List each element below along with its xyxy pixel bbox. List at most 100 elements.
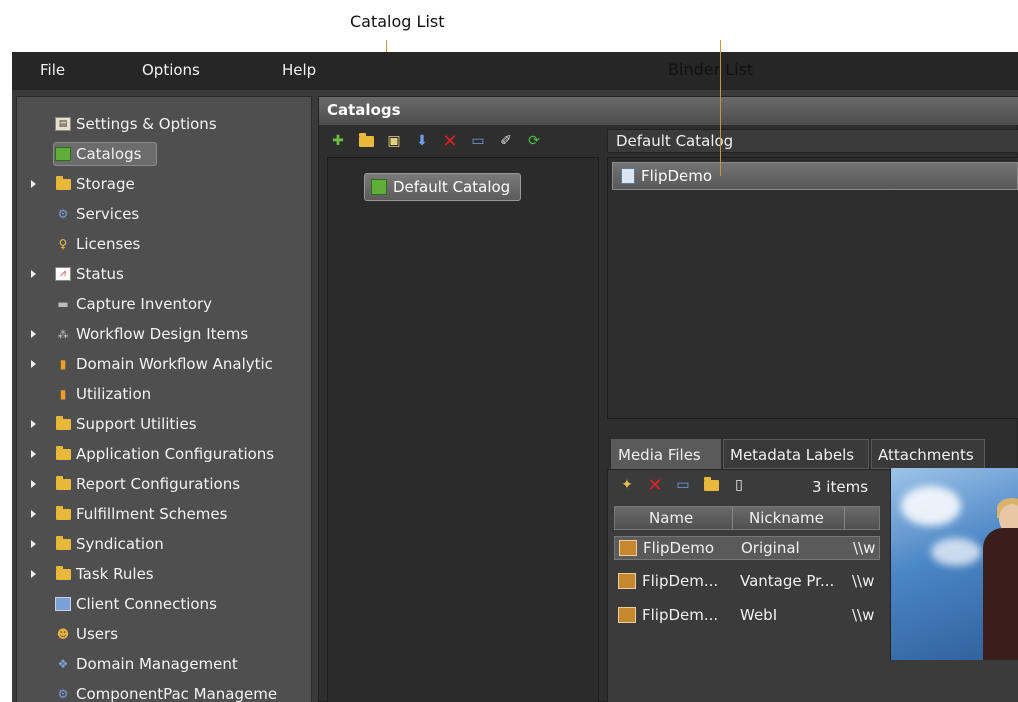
expand-arrow-icon[interactable] (31, 180, 36, 188)
media-toolbar: ✦ ✕ ▭ ▯ (616, 474, 750, 496)
cell-nickname: Original (741, 539, 800, 557)
menu-bar: File Options Help (12, 52, 1018, 90)
delete-icon[interactable]: ✕ (439, 131, 461, 152)
sidebar-item-licenses[interactable]: ♀ Licenses (17, 229, 311, 259)
expand-arrow-icon[interactable] (31, 540, 36, 548)
catalog-icon (371, 179, 387, 195)
utilization-icon: ▮ (59, 387, 67, 401)
folder-icon (55, 175, 71, 191)
sidebar-item-report-configurations[interactable]: Report Configurations (17, 469, 311, 499)
catalog-list: Default Catalog (327, 157, 599, 702)
sidebar-item-label: Users (76, 625, 119, 643)
refresh-icon[interactable]: ⟳ (523, 131, 545, 151)
binder-item[interactable]: FlipDemo (612, 162, 1018, 190)
tab-attachments[interactable]: Attachments (871, 439, 985, 469)
expand-arrow-icon[interactable] (31, 420, 36, 428)
expand-arrow-icon[interactable] (31, 480, 36, 488)
binder-area: Default Catalog FlipDemo Media Files Met… (607, 125, 1018, 702)
expand-arrow-icon[interactable] (31, 510, 36, 518)
sidebar-item-catalogs[interactable]: Catalogs (17, 139, 311, 169)
expand-arrow-icon[interactable] (31, 450, 36, 458)
table-row[interactable]: FlipDemo Original \\w (614, 536, 880, 560)
menu-file[interactable]: File (40, 61, 65, 79)
menu-help[interactable]: Help (282, 61, 316, 79)
sidebar-item-support-utilities[interactable]: Support Utilities (17, 409, 311, 439)
tab-media-files[interactable]: Media Files (611, 439, 721, 469)
catalogs-panel: Catalogs ✚ ▣ ⬇ ✕ ▭ ✐ ⟳ Default Catalog D… (318, 96, 1018, 702)
cell-nickname: Vantage Pr... (740, 572, 835, 590)
column-header-name[interactable]: Name (615, 507, 733, 529)
sidebar-item-workflow-design-items[interactable]: ⁂ Workflow Design Items (17, 319, 311, 349)
app-window: File Options Help ▤ Settings & Options C… (12, 52, 1018, 702)
binder-list-title: Default Catalog (607, 129, 1018, 153)
sidebar-item-utilization[interactable]: ▮ Utilization (17, 379, 311, 409)
expand-arrow-icon[interactable] (31, 330, 36, 338)
sidebar-item-label: Status (76, 265, 124, 283)
binder-icon (621, 168, 635, 184)
sidebar-item-capture-inventory[interactable]: ▬ Capture Inventory (17, 289, 311, 319)
sidebar-item-application-configurations[interactable]: Application Configurations (17, 439, 311, 469)
key-icon: ♀ (58, 237, 68, 251)
sidebar-item-domain-workflow-analytic[interactable]: ▮ Domain Workflow Analytic (17, 349, 311, 379)
sidebar-item-label: Task Rules (76, 565, 154, 583)
folder-icon (55, 505, 71, 521)
sidebar-item-label: Client Connections (76, 595, 217, 613)
analytics-icon: ▮ (59, 357, 67, 371)
binder-list-callout: Binder List (668, 60, 754, 79)
add-media-icon[interactable]: ✦ (616, 475, 638, 495)
componentpac-icon: ⚙ (57, 687, 69, 701)
expand-arrow-icon[interactable] (31, 360, 36, 368)
tab-metadata-labels[interactable]: Metadata Labels (723, 439, 869, 469)
sidebar-item-task-rules[interactable]: Task Rules (17, 559, 311, 589)
binder-tabs: Media Files Metadata Labels Attachments (607, 439, 1018, 469)
menu-options[interactable]: Options (142, 61, 200, 79)
sidebar-item-label: Catalogs (76, 145, 142, 163)
rename-media-icon[interactable]: ▭ (672, 475, 694, 495)
item-count: 3 items (812, 478, 869, 496)
sidebar-item-fulfillment-schemes[interactable]: Fulfillment Schemes (17, 499, 311, 529)
catalog-item-label: Default Catalog (393, 178, 511, 196)
sidebar-item-status[interactable]: ⩘ Status (17, 259, 311, 289)
clean-icon[interactable]: ✐ (495, 131, 517, 151)
column-header-nickname[interactable]: Nickname (735, 507, 845, 529)
table-row[interactable]: FlipDem... WebI \\w (614, 604, 880, 628)
new-folder-icon[interactable] (355, 131, 377, 151)
catalogs-icon (55, 147, 71, 161)
delete-media-icon[interactable]: ✕ (644, 475, 666, 496)
sidebar-item-client-connections[interactable]: Client Connections (17, 589, 311, 619)
cell-name: FlipDem... (642, 572, 719, 590)
new-binder-icon[interactable]: ▣ (383, 131, 405, 151)
sidebar-item-services[interactable]: ⚙ Services (17, 199, 311, 229)
video-preview[interactable] (890, 468, 1018, 660)
expand-arrow-icon[interactable] (31, 270, 36, 278)
catalog-item-default[interactable]: Default Catalog (364, 173, 522, 201)
users-icon: ☻ (56, 627, 70, 641)
domain-icon: ❖ (57, 657, 69, 671)
sidebar-item-label: Storage (76, 175, 135, 193)
catalog-list-callout: Catalog List (350, 12, 445, 31)
table-row[interactable]: FlipDem... Vantage Pr... \\w (614, 570, 880, 594)
sidebar-item-users[interactable]: ☻ Users (17, 619, 311, 649)
new-file-icon[interactable]: ▯ (728, 475, 750, 495)
open-folder-icon[interactable] (700, 475, 722, 495)
sidebar-item-label: Services (76, 205, 140, 223)
sidebar-item-settings-options[interactable]: ▤ Settings & Options (17, 109, 311, 139)
media-files-panel: ✦ ✕ ▭ ▯ 3 items Name Nickname FlipDemo O… (607, 468, 1018, 702)
sidebar-item-label: Licenses (76, 235, 141, 253)
sidebar-item-label: Syndication (76, 535, 164, 553)
rename-icon[interactable]: ▭ (467, 131, 489, 151)
sidebar-item-label: Capture Inventory (76, 295, 213, 313)
cell-name: FlipDemo (643, 539, 715, 557)
sidebar-item-storage[interactable]: Storage (17, 169, 311, 199)
sidebar-item-componentpac-management[interactable]: ⚙ ComponentPac Manageme (17, 679, 311, 702)
cell-name: FlipDem... (642, 606, 719, 624)
sidebar-item-syndication[interactable]: Syndication (17, 529, 311, 559)
media-file-icon (618, 573, 636, 589)
import-icon[interactable]: ⬇ (411, 131, 433, 151)
sidebar-item-domain-management[interactable]: ❖ Domain Management (17, 649, 311, 679)
sidebar-item-label: Fulfillment Schemes (76, 505, 228, 523)
new-catalog-icon[interactable]: ✚ (327, 131, 349, 151)
sidebar-item-label: Domain Workflow Analytic (76, 355, 273, 373)
cell-path: \\w (853, 539, 876, 557)
expand-arrow-icon[interactable] (31, 570, 36, 578)
